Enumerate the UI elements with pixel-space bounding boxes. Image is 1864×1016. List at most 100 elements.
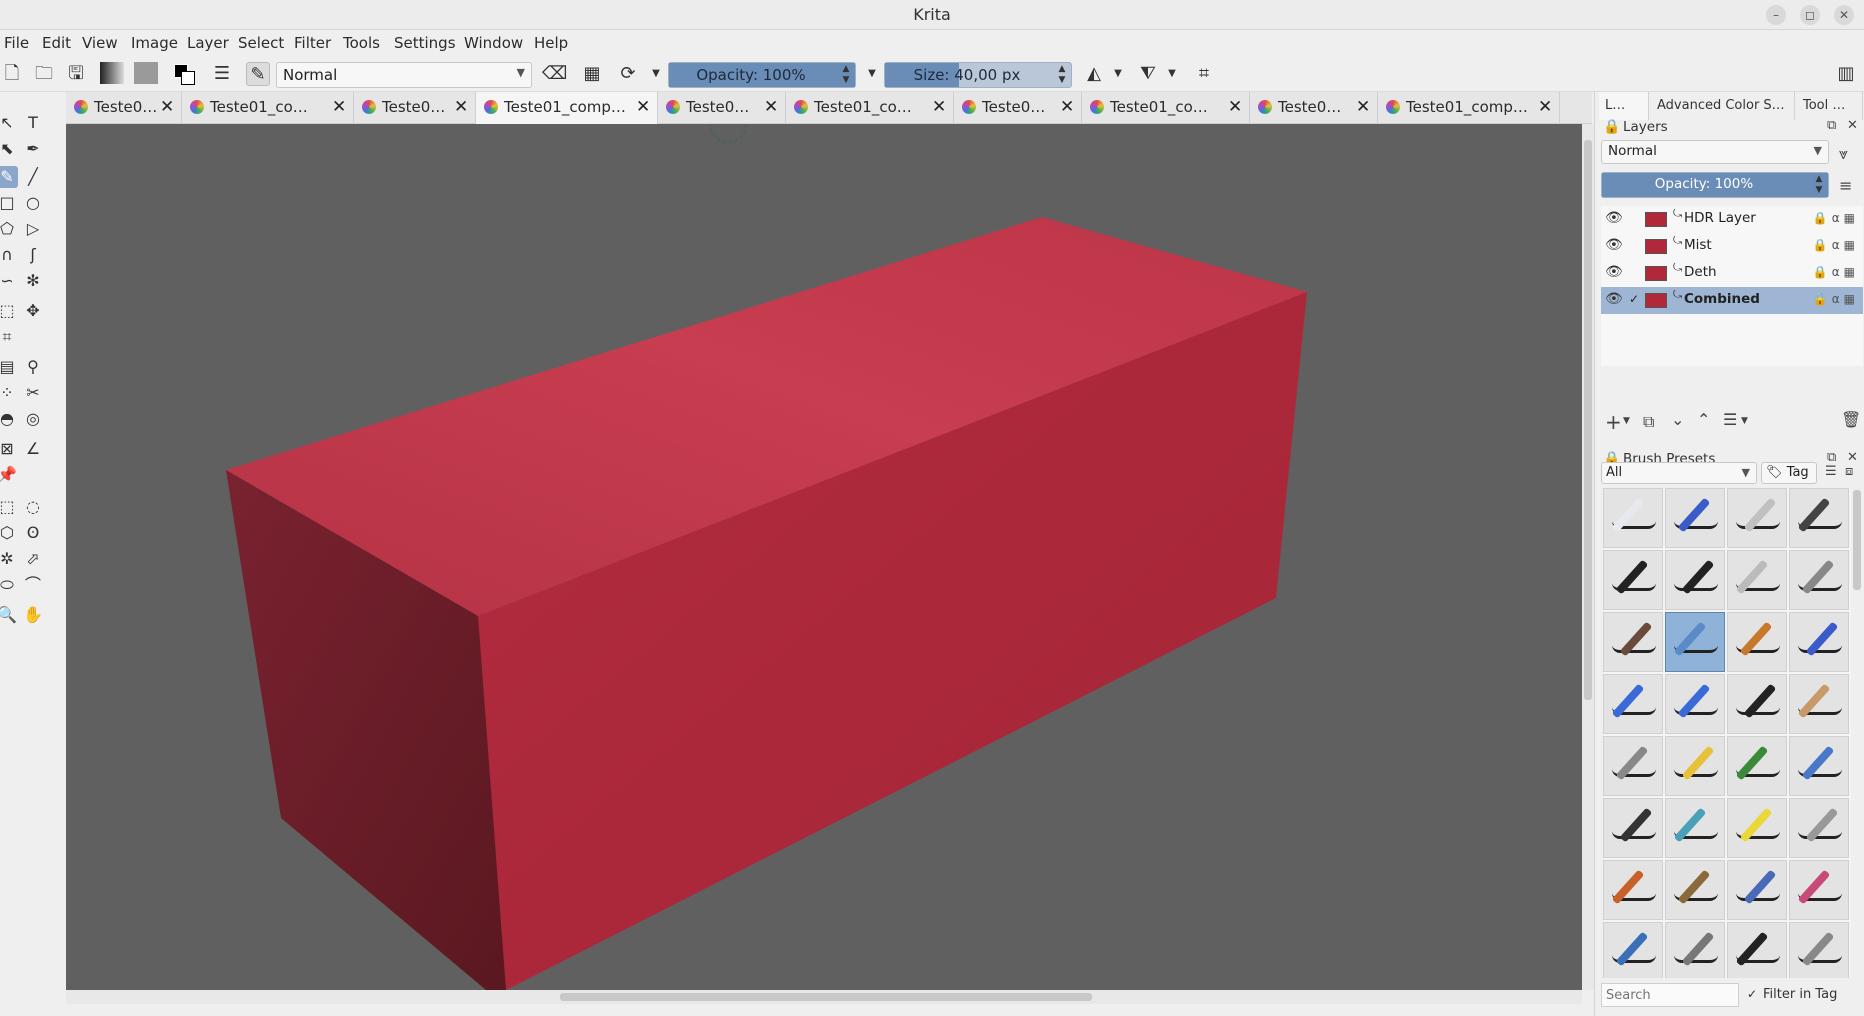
layer-checkbox[interactable]: ✓ bbox=[1627, 292, 1641, 306]
brush-preset-item[interactable] bbox=[1727, 922, 1787, 978]
canvas-horizontal-scrollbar[interactable] bbox=[66, 990, 1582, 1004]
menu-help[interactable]: Help bbox=[534, 34, 568, 52]
brush-preset-item[interactable] bbox=[1665, 736, 1725, 796]
wrap-around-icon[interactable]: ⌗ bbox=[1192, 62, 1216, 86]
reload-preset-icon[interactable]: ⟳ bbox=[616, 62, 640, 86]
ellipse-tool-icon[interactable]: ○ bbox=[22, 192, 44, 214]
eraser-icon[interactable]: ⌫ bbox=[542, 62, 567, 86]
canvas[interactable] bbox=[66, 124, 1582, 990]
close-icon[interactable]: ✕ bbox=[636, 97, 650, 117]
brush-preset-item[interactable] bbox=[1603, 922, 1663, 978]
brush-preset-item[interactable] bbox=[1789, 612, 1849, 672]
brush-preset-item[interactable] bbox=[1603, 736, 1663, 796]
horizontal-scroll-thumb[interactable] bbox=[560, 993, 1092, 1001]
close-icon[interactable]: ✕ bbox=[160, 97, 174, 117]
document-tab[interactable]: Teste01_co… ✕ bbox=[1082, 92, 1250, 124]
layer-properties-icon[interactable]: ☰ bbox=[1723, 410, 1737, 429]
document-tab[interactable]: Teste0… ✕ bbox=[658, 92, 786, 124]
opacity-slider[interactable]: Opacity: 100% ▲ ▼ bbox=[668, 62, 856, 88]
layer-opacity-slider[interactable]: Opacity: 100% ▲ ▼ bbox=[1601, 172, 1829, 198]
brush-preset-item[interactable] bbox=[1665, 674, 1725, 734]
menu-filter[interactable]: Filter bbox=[294, 34, 331, 52]
color-picker-icon[interactable]: ⚲ bbox=[22, 356, 44, 378]
freehand-path-icon[interactable]: ʃ bbox=[22, 244, 44, 266]
polyline-tool-icon[interactable]: ▷ bbox=[22, 218, 44, 240]
layer-checkbox[interactable] bbox=[1627, 265, 1641, 279]
visibility-eye-icon[interactable]: 👁 bbox=[1605, 237, 1623, 253]
duplicate-layer-icon[interactable]: ⧉ bbox=[1643, 412, 1654, 432]
menu-file[interactable]: File bbox=[4, 34, 29, 52]
magnetic-select-icon[interactable]: ⌒ bbox=[22, 574, 44, 596]
smart-patch-icon[interactable]: ✂ bbox=[22, 382, 44, 404]
brush-preset-item[interactable] bbox=[1727, 860, 1787, 920]
close-icon[interactable]: ✕ bbox=[1228, 97, 1242, 117]
close-icon[interactable]: ✕ bbox=[1060, 97, 1074, 117]
close-button[interactable]: ✕ bbox=[1834, 5, 1854, 25]
menu-select[interactable]: Select bbox=[238, 34, 284, 52]
layer-row[interactable]: 👁 ⤿ Deth 🔒α▦ bbox=[1601, 260, 1863, 287]
size-slider[interactable]: Size: 40,00 px ▲ ▼ bbox=[884, 62, 1072, 88]
tab-tool-options[interactable]: Tool … bbox=[1797, 92, 1863, 120]
brush-preset-item[interactable] bbox=[1727, 550, 1787, 610]
brush-options-icon[interactable]: ⧈ bbox=[1845, 464, 1853, 479]
chevron-down-icon[interactable]: ▼ bbox=[1741, 416, 1748, 426]
close-icon[interactable]: ✕ bbox=[1847, 450, 1858, 465]
brush-tag-button[interactable]: 🏷 Tag bbox=[1761, 462, 1817, 484]
layer-checkbox[interactable] bbox=[1627, 238, 1641, 252]
reference-images-icon[interactable]: 📌 bbox=[0, 464, 18, 486]
blend-mode-select[interactable]: Normal ▼ bbox=[276, 62, 532, 88]
brush-preset-item[interactable] bbox=[1665, 922, 1725, 978]
add-layer-icon[interactable]: + bbox=[1605, 410, 1622, 434]
chevron-down-icon[interactable]: ▼ bbox=[860, 62, 884, 86]
assistant-tool-icon[interactable]: ⊠ bbox=[0, 438, 18, 460]
close-icon[interactable]: ✕ bbox=[332, 97, 346, 117]
menu-settings[interactable]: Settings bbox=[394, 34, 456, 52]
filter-icon[interactable]: ⩔ bbox=[1839, 144, 1848, 164]
layer-row[interactable]: 👁 ⤿ HDR Layer 🔒α▦ bbox=[1601, 206, 1863, 233]
visibility-eye-icon[interactable]: 👁 bbox=[1605, 210, 1623, 226]
pan-tool-icon[interactable]: ✋ bbox=[22, 604, 44, 626]
brush-preset-item[interactable] bbox=[1727, 798, 1787, 858]
brush-preset-item[interactable] bbox=[1789, 860, 1849, 920]
menu-tools[interactable]: Tools bbox=[343, 34, 380, 52]
brush-preset-item[interactable] bbox=[1603, 798, 1663, 858]
delete-layer-icon[interactable]: 🗑 bbox=[1841, 410, 1861, 429]
hamburger-menu-icon[interactable]: ≡ bbox=[1839, 176, 1852, 195]
canvas-vertical-scrollbar[interactable] bbox=[1582, 124, 1594, 990]
text-tool-icon[interactable]: T bbox=[22, 112, 44, 134]
tab-advanced-color-selector[interactable]: Advanced Color S… bbox=[1651, 92, 1795, 120]
visibility-eye-icon[interactable]: 👁 bbox=[1605, 291, 1623, 307]
pattern-icon[interactable] bbox=[134, 62, 158, 84]
layer-lock-alpha-icons[interactable]: 🔒α▦ bbox=[1813, 292, 1859, 306]
mirror-vertical-icon[interactable]: ⧨ bbox=[1136, 62, 1160, 86]
layer-lock-alpha-icons[interactable]: 🔒α▦ bbox=[1813, 211, 1859, 225]
layer-lock-alpha-icons[interactable]: 🔒α▦ bbox=[1813, 265, 1859, 279]
document-tab[interactable]: Teste01_comp… ✕ bbox=[1378, 92, 1560, 124]
freehand-select-icon[interactable]: ʘ bbox=[22, 522, 44, 544]
move-layer-down-icon[interactable]: ⌄ bbox=[1671, 410, 1684, 429]
brush-preset-item[interactable] bbox=[1603, 550, 1663, 610]
bezier-tool-icon[interactable]: ∩ bbox=[0, 244, 18, 266]
close-icon[interactable]: ✕ bbox=[1356, 97, 1370, 117]
document-tab[interactable]: Teste01_co… ✕ bbox=[182, 92, 354, 124]
close-icon[interactable]: ✕ bbox=[1538, 97, 1552, 117]
chevron-down-icon[interactable]: ▼ bbox=[1106, 62, 1130, 86]
document-tab[interactable]: Teste01_comp… ✕ bbox=[476, 92, 658, 124]
float-docker-icon[interactable]: ⧉ bbox=[1827, 118, 1836, 133]
gradient-icon[interactable] bbox=[100, 62, 124, 84]
rect-select-icon[interactable]: ⬚ bbox=[0, 496, 18, 518]
brush-preset-item[interactable] bbox=[1789, 736, 1849, 796]
contiguous-select-icon[interactable]: ✲ bbox=[0, 548, 18, 570]
line-tool-icon[interactable]: ╱ bbox=[22, 166, 44, 188]
move-tool-icon[interactable]: ✥ bbox=[22, 300, 44, 322]
layer-opacity-spinner[interactable]: ▲ ▼ bbox=[1812, 174, 1826, 196]
freehand-brush-icon[interactable]: ✎ bbox=[0, 166, 18, 188]
brush-tag-filter-select[interactable]: All ▼ bbox=[1601, 462, 1757, 484]
document-tab[interactable]: Teste0… ✕ bbox=[66, 92, 182, 124]
workspace-icon[interactable]: ▥ bbox=[1834, 62, 1858, 86]
menu-window[interactable]: Window bbox=[464, 34, 523, 52]
document-tab[interactable]: Teste0… ✕ bbox=[1250, 92, 1378, 124]
brush-preset-item[interactable] bbox=[1789, 550, 1849, 610]
layer-checkbox[interactable] bbox=[1627, 211, 1641, 225]
select-shape-icon[interactable]: ↖ bbox=[0, 112, 18, 134]
